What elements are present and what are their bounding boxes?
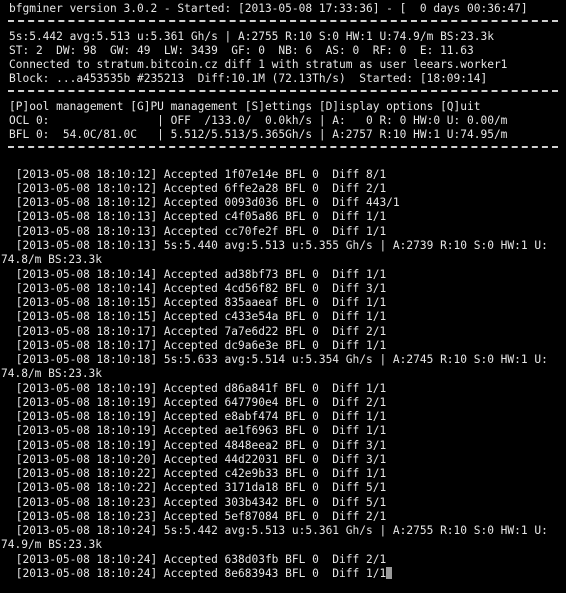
log-line: [2013-05-08 18:10:22] Accepted 3171da18 … — [9, 481, 387, 494]
status-line-stats: ST: 2 DW: 98 GW: 49 LW: 3439 GF: 0 NB: 6… — [9, 44, 474, 57]
log-line: [2013-05-08 18:10:13] Accepted c4f05a86 … — [9, 210, 387, 223]
log-line: [2013-05-08 18:10:12] Accepted 1f07e14e … — [9, 168, 387, 181]
log-line: [2013-05-08 18:10:14] Accepted 4cd56f82 … — [9, 282, 387, 295]
log-line: [2013-05-08 18:10:19] Accepted ae1f6963 … — [9, 424, 387, 437]
log-line: [2013-05-08 18:10:13] 5s:5.440 avg:5.513… — [9, 239, 548, 252]
menu-line: [P]ool management [G]PU management [S]et… — [9, 100, 481, 113]
log-line-last: [2013-05-08 18:10:24] Accepted 8e683943 … — [9, 567, 393, 580]
log-line: [2013-05-08 18:10:22] Accepted c42e9b33 … — [9, 467, 387, 480]
log-line: [2013-05-08 18:10:17] Accepted dc9a6e3e … — [9, 339, 387, 352]
log-line: [2013-05-08 18:10:14] Accepted ad38bf73 … — [9, 268, 387, 281]
log-line-text: [2013-05-08 18:10:24] Accepted 8e683943 … — [9, 567, 387, 580]
log-line: 74.8/m BS:23.3k — [1, 253, 103, 266]
log-line: [2013-05-08 18:10:20] Accepted 44d22031 … — [9, 453, 387, 466]
log-line: [2013-05-08 18:10:23] Accepted 303b4342 … — [9, 496, 387, 509]
log-line: [2013-05-08 18:10:19] Accepted 647790e4 … — [9, 396, 387, 409]
log-line: [2013-05-08 18:10:13] Accepted cc70fe2f … — [9, 225, 387, 238]
status-line-hashrate: 5s:5.442 avg:5.513 u:5.361 Gh/s | A:2755… — [9, 30, 494, 43]
terminal-window[interactable]: bfgminer version 3.0.2 - Started: [2013-… — [0, 0, 566, 593]
log-line: [2013-05-08 18:10:15] Accepted c433e54a … — [9, 310, 387, 323]
log-line: [2013-05-08 18:10:23] Accepted 5ef87084 … — [9, 510, 387, 523]
log-line: 74.9/m BS:23.3k — [1, 538, 103, 551]
device-line-ocl0: OCL 0: | OFF /133.0/ 0.0kh/s | A: 0 R: 0… — [9, 114, 508, 127]
text-cursor — [386, 567, 393, 579]
log-line: [2013-05-08 18:10:12] Accepted 6ffe2a28 … — [9, 182, 387, 195]
log-line: [2013-05-08 18:10:12] Accepted 0093d036 … — [9, 196, 400, 209]
log-line: [2013-05-08 18:10:19] Accepted e8abf474 … — [9, 410, 387, 423]
header-line: bfgminer version 3.0.2 - Started: [2013-… — [9, 2, 528, 15]
divider — [8, 146, 558, 148]
status-line-block: Block: ...a453535b #235213 Diff:10.1M (7… — [9, 72, 488, 85]
log-line: [2013-05-08 18:10:18] 5s:5.633 avg:5.514… — [9, 353, 548, 366]
device-line-bfl0: BFL 0: 54.0C/81.0C | 5.512/5.513/5.365Gh… — [9, 128, 508, 141]
status-line-connection: Connected to stratum.bitcoin.cz diff 1 w… — [9, 58, 508, 71]
log-line: [2013-05-08 18:10:19] Accepted 4848eea2 … — [9, 439, 387, 452]
log-line: [2013-05-08 18:10:24] Accepted 638d03fb … — [9, 553, 387, 566]
log-line: [2013-05-08 18:10:17] Accepted 7a7e6d22 … — [9, 325, 387, 338]
divider — [8, 20, 558, 22]
log-line: 74.8/m BS:23.3k — [1, 367, 103, 380]
log-line: [2013-05-08 18:10:24] 5s:5.442 avg:5.513… — [9, 524, 548, 537]
divider — [8, 90, 558, 92]
log-line: [2013-05-08 18:10:15] Accepted 835aaeaf … — [9, 296, 387, 309]
log-line: [2013-05-08 18:10:19] Accepted d86a841f … — [9, 382, 387, 395]
